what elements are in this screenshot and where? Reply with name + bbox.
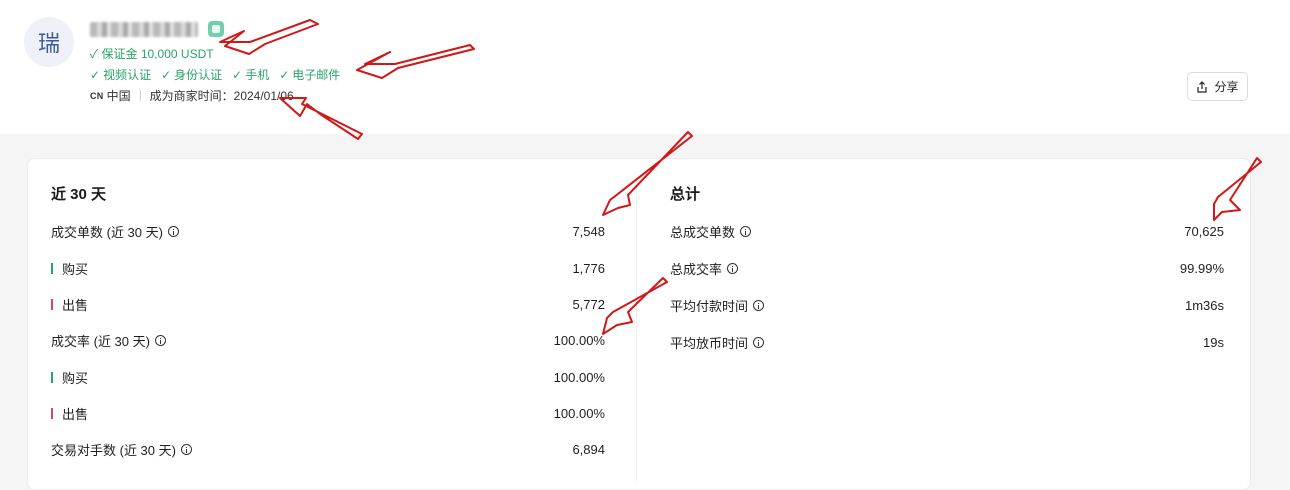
stat-label: 平均放币时间 — [670, 333, 765, 352]
stat-label: 总成交率 — [670, 259, 739, 278]
stat-label-text: 交易对手数 (近 30 天) — [51, 442, 176, 458]
sell-indicator-bar — [51, 298, 53, 310]
verified-badge-icon — [208, 21, 224, 37]
verification-label: 手机 — [245, 68, 270, 82]
stat-label: 成交单数 (近 30 天) — [51, 222, 179, 241]
stat-value: 100.00% — [553, 405, 605, 421]
stat-value: 7,548 — [572, 223, 605, 239]
verification-label: 身份认证 — [174, 68, 223, 82]
stat-label-text: 出售 — [62, 406, 89, 422]
stat-label-text: 出售 — [62, 297, 89, 313]
verification-item-identity: ✓ 身份认证 — [161, 66, 222, 83]
info-icon[interactable] — [167, 225, 179, 237]
stat-label-text: 购买 — [62, 370, 89, 386]
stat-row: 购买 1,776 — [51, 258, 605, 278]
share-icon — [1197, 80, 1208, 93]
info-icon[interactable] — [740, 225, 752, 237]
stat-label-text: 总成交单数 — [670, 224, 736, 240]
info-icon[interactable] — [753, 299, 765, 311]
merchant-meta: CN 中国 成为商家时间： 2024/01/06 — [90, 87, 294, 104]
stat-label: 出售 — [51, 295, 88, 314]
stat-row: 交易对手数 (近 30 天) 6,894 — [51, 439, 605, 459]
blurred-merchant-name — [90, 21, 198, 37]
info-icon[interactable] — [154, 334, 166, 346]
check-icon: ✓ — [161, 68, 172, 82]
stat-row: 总成交单数 70,625 — [670, 221, 1224, 241]
verification-item-phone: ✓ 手机 — [232, 66, 269, 83]
stat-row: 成交率 (近 30 天) 100.00% — [51, 330, 605, 350]
verification-item-email: ✓ 电子邮件 — [279, 66, 340, 83]
avatar-initial: 瑞 — [37, 32, 60, 57]
merchant-since-date: 2024/01/06 — [233, 88, 294, 103]
share-label: 分享 — [1214, 80, 1239, 94]
stat-label: 总成交单数 — [670, 222, 752, 241]
total-title: 总计 — [670, 186, 701, 203]
buy-indicator-bar — [51, 262, 53, 274]
country-name: 中国 — [106, 89, 131, 103]
stat-row: 总成交率 99.99% — [670, 258, 1224, 278]
avatar: 瑞 — [24, 17, 74, 67]
stat-value: 70,625 — [1184, 223, 1224, 239]
stat-row: 出售 5,772 — [51, 294, 605, 314]
info-icon[interactable] — [727, 262, 739, 274]
stat-value: 19s — [1203, 334, 1224, 350]
check-icon: ✓ — [279, 68, 290, 82]
share-button[interactable]: 分享 — [1187, 72, 1248, 101]
info-icon[interactable] — [180, 443, 192, 455]
stat-row: 成交单数 (近 30 天) 7,548 — [51, 221, 605, 241]
stat-row: 出售 100.00% — [51, 403, 605, 423]
stat-value: 99.99% — [1179, 260, 1224, 276]
stat-value: 5,772 — [572, 296, 605, 312]
info-icon[interactable] — [753, 336, 765, 348]
stat-value: 100.00% — [553, 332, 605, 348]
merchant-name-row — [90, 19, 224, 39]
stat-label-text: 平均付款时间 — [670, 298, 749, 314]
stat-value: 6,894 — [572, 441, 605, 457]
stat-label: 平均付款时间 — [670, 296, 765, 315]
stat-label-text: 成交单数 (近 30 天) — [51, 224, 163, 240]
stat-label: 出售 — [51, 404, 88, 423]
deposit-text: ✓ 保证金 10,000 USDT — [90, 47, 214, 61]
stat-value: 100.00% — [553, 369, 605, 385]
stat-label: 交易对手数 (近 30 天) — [51, 440, 192, 459]
stat-label-text: 购买 — [62, 261, 89, 277]
stat-row: 购买 100.00% — [51, 367, 605, 387]
verification-label: 视频认证 — [103, 68, 152, 82]
stat-row: 平均付款时间 1m36s — [670, 295, 1224, 315]
stat-label-text: 成交率 (近 30 天) — [51, 333, 150, 349]
buy-indicator-bar — [51, 371, 53, 383]
stat-value: 1m36s — [1184, 297, 1224, 313]
last30-title: 近 30 天 — [51, 186, 107, 203]
verification-list: ✓ 视频认证 ✓ 身份认证 ✓ 手机 ✓ 电子邮件 — [90, 66, 340, 83]
stat-value: 1,776 — [572, 260, 605, 276]
column-divider — [636, 181, 637, 481]
verification-label: 电子邮件 — [292, 68, 341, 82]
merchant-header: 瑞 ✓ 保证金 10,000 USDT ✓ 视频认证 ✓ 身份认证 ✓ 手机 ✓ 电子邮… — [0, 0, 1290, 134]
stat-label-text: 平均放币时间 — [670, 335, 749, 351]
stat-row: 平均放币时间 19s — [670, 332, 1224, 352]
stat-label: 购买 — [51, 368, 88, 387]
stat-label-text: 总成交率 — [670, 261, 723, 277]
verification-item-video: ✓ 视频认证 — [90, 66, 151, 83]
check-icon: ✓ — [232, 68, 243, 82]
meta-divider — [139, 90, 141, 101]
stat-label: 成交率 (近 30 天) — [51, 331, 166, 350]
sell-indicator-bar — [51, 407, 53, 419]
stat-label: 购买 — [51, 259, 88, 278]
merchant-since-label: 成为商家时间： — [149, 89, 234, 103]
country-flag-icon: CN — [90, 90, 104, 101]
check-icon: ✓ — [90, 68, 101, 82]
